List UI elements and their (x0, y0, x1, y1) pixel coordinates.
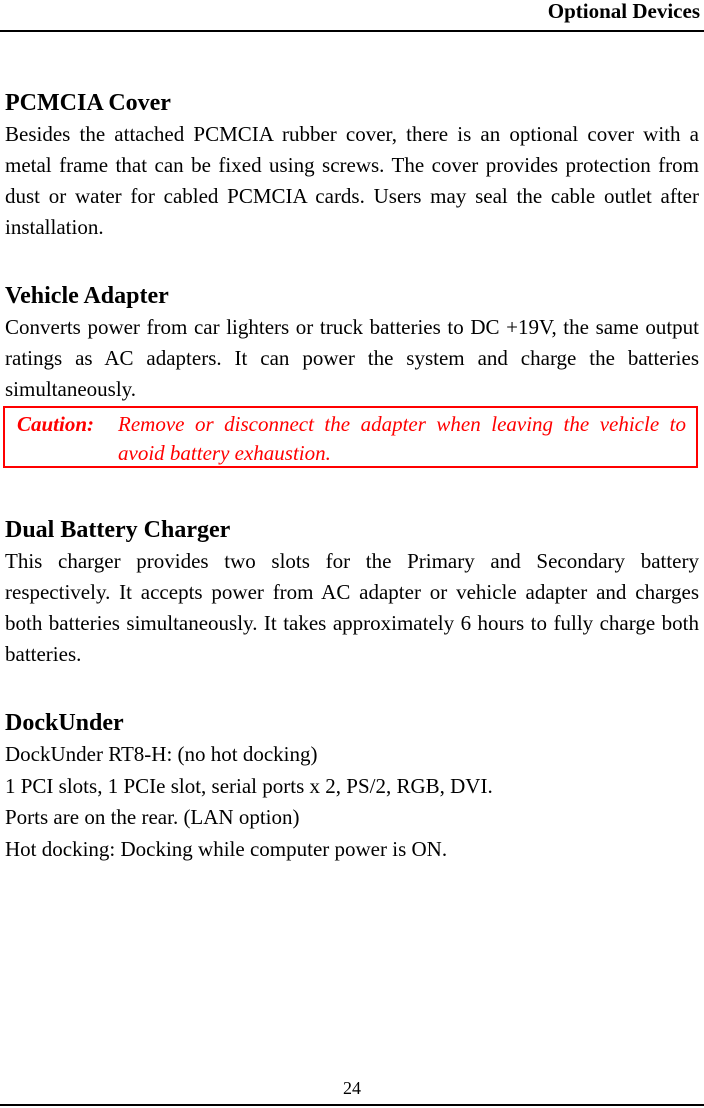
dockunder-line: Ports are on the rear. (LAN option) (5, 805, 300, 829)
dockunder-line: DockUnder RT8-H: (no hot docking) (5, 742, 318, 766)
section-heading: Dual Battery Charger (5, 517, 231, 543)
dockunder-line: Hot docking: Docking while computer powe… (5, 836, 448, 861)
caution-label: Caution: (17, 412, 95, 436)
header-rule (0, 30, 704, 32)
footer-rule (0, 1104, 704, 1106)
section-vehicle-adapter: Vehicle Adapter Converts power from car … (5, 280, 699, 405)
section-dockunder: DockUnder DockUnder RT8-H: (no hot docki… (5, 707, 699, 865)
section-body: Besides the attached PCMCIA rubber cover… (5, 122, 699, 239)
dockunder-line: 1 PCI slots, 1 PCIe slot, serial ports x… (5, 773, 493, 798)
caution-text: Remove or disconnect the adapter when le… (118, 412, 686, 465)
section-body: Converts power from car lighters or truc… (5, 315, 699, 401)
section-heading: Vehicle Adapter (5, 283, 169, 309)
section-body: This charger provides two slots for the … (5, 549, 699, 666)
section-heading: DockUnder (5, 710, 124, 736)
section-heading: PCMCIA Cover (5, 90, 171, 116)
section-pcmcia-cover: PCMCIA Cover Besides the attached PCMCIA… (5, 87, 699, 243)
header-title: Optional Devices (547, 0, 700, 23)
caution-box: Caution: Remove or disconnect the adapte… (3, 406, 698, 468)
page-number: 24 (343, 1078, 361, 1098)
section-dual-battery-charger: Dual Battery Charger This charger provid… (5, 514, 699, 670)
